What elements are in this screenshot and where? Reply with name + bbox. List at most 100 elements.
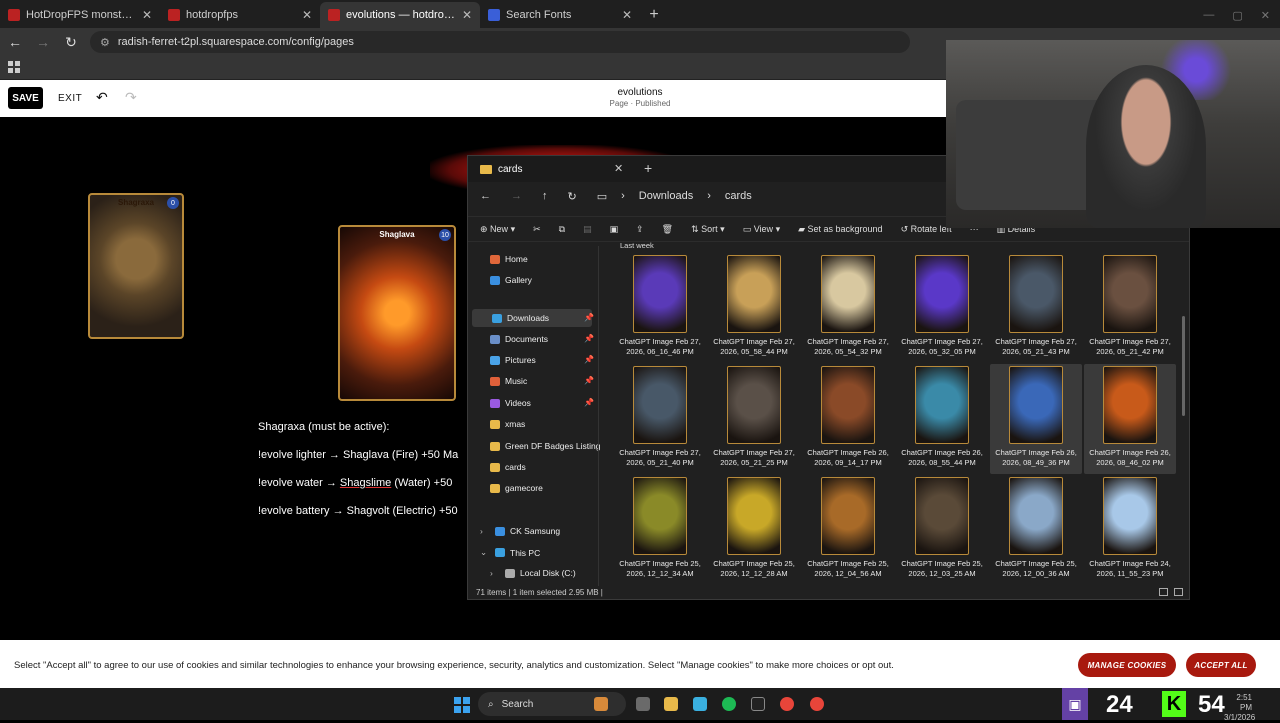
- file-thumbnail[interactable]: ChatGPT Image Feb 26, 2026, 08_49_36 PM: [990, 364, 1082, 474]
- sidebar-item[interactable]: Home: [490, 254, 528, 264]
- file-thumbnail[interactable]: ChatGPT Image Feb 27, 2026, 05_21_25 PM: [708, 364, 800, 474]
- sidebar-item[interactable]: Downloads: [472, 309, 592, 327]
- monster-card-shagraxa[interactable]: Shagraxa 0: [88, 193, 184, 339]
- view-button[interactable]: ▭ View ▾: [743, 224, 780, 235]
- sidebar-item[interactable]: Videos: [490, 398, 531, 408]
- site-info-icon[interactable]: ⚙: [100, 36, 110, 49]
- breadcrumb-item[interactable]: cards: [725, 190, 752, 202]
- close-tab-icon[interactable]: ✕: [462, 8, 472, 22]
- file-explorer-icon[interactable]: [664, 697, 678, 711]
- browser-tab[interactable]: hotdropfps ✕: [160, 2, 320, 28]
- reload-icon[interactable]: ↻: [62, 34, 80, 51]
- accept-all-button[interactable]: ACCEPT ALL: [1186, 653, 1256, 677]
- chevron-right-icon[interactable]: ›: [490, 568, 500, 578]
- undo-icon[interactable]: ↶: [96, 89, 108, 106]
- maximize-icon[interactable]: ▢: [1232, 9, 1242, 22]
- manage-cookies-button[interactable]: MANAGE COOKIES: [1078, 653, 1176, 677]
- pin-icon[interactable]: 📌: [584, 398, 594, 407]
- pin-icon[interactable]: 📌: [584, 376, 594, 385]
- sidebar-item[interactable]: Pictures: [490, 355, 536, 365]
- delete-icon[interactable]: 🗑: [662, 224, 673, 235]
- sidebar-item[interactable]: › Local Disk (C:): [490, 568, 576, 578]
- file-thumbnail[interactable]: ChatGPT Image Feb 26, 2026, 08_46_02 PM: [1084, 364, 1176, 474]
- chrome-icon[interactable]: [780, 697, 794, 711]
- share-icon[interactable]: ⇪: [636, 224, 644, 235]
- task-view-icon[interactable]: [636, 697, 650, 711]
- sidebar-item[interactable]: ⌄ This PC: [480, 547, 540, 558]
- hud-app-icon[interactable]: [751, 697, 765, 711]
- file-thumbnail[interactable]: ChatGPT Image Feb 27, 2026, 05_21_42 PM: [1084, 253, 1176, 363]
- exit-button[interactable]: EXIT: [58, 93, 82, 104]
- tiles-view-icon[interactable]: [1174, 588, 1183, 596]
- file-thumbnail[interactable]: ChatGPT Image Feb 27, 2026, 05_21_40 PM: [614, 364, 706, 474]
- file-thumbnail[interactable]: ChatGPT Image Feb 27, 2026, 05_58_44 PM: [708, 253, 800, 363]
- sidebar-item[interactable]: › CK Samsung: [480, 526, 560, 536]
- sidebar-item[interactable]: cards: [490, 462, 526, 472]
- back-arrow-icon[interactable]: ←: [480, 190, 491, 202]
- pin-icon[interactable]: 📌: [584, 313, 594, 322]
- browser-tab[interactable]: Search Fonts ✕: [480, 2, 640, 28]
- sidebar-item[interactable]: gamecore: [490, 483, 543, 493]
- chrome-profile-icon[interactable]: [810, 697, 824, 711]
- sidebar-item[interactable]: Green DF Badges Listing: [490, 441, 600, 451]
- kick-icon[interactable]: K: [1162, 691, 1186, 717]
- scrollbar[interactable]: [1182, 316, 1185, 416]
- up-arrow-icon[interactable]: ↑: [542, 190, 548, 202]
- file-thumbnail[interactable]: ChatGPT Image Feb 27, 2026, 05_32_05 PM: [896, 253, 988, 363]
- sidebar-item[interactable]: Music: [490, 376, 527, 386]
- sidebar-item[interactable]: xmas: [490, 419, 525, 429]
- pin-icon[interactable]: 📌: [584, 355, 594, 364]
- browser-tab-active[interactable]: evolutions — hotdropfps ✕: [320, 2, 480, 28]
- refresh-icon[interactable]: ↻: [568, 190, 577, 203]
- forward-arrow-icon[interactable]: →: [511, 190, 522, 202]
- file-thumbnail[interactable]: ChatGPT Image Feb 24, 2026, 11_55_23 PM: [1084, 475, 1176, 582]
- new-tab-button[interactable]: +: [640, 2, 668, 28]
- new-button[interactable]: ⊕ New ▾: [480, 224, 515, 235]
- spotify-icon[interactable]: [722, 697, 736, 711]
- widget-icon[interactable]: [594, 697, 608, 711]
- address-bar[interactable]: ⚙ radish-ferret-t2pl.squarespace.com/conf…: [90, 31, 910, 53]
- minimize-icon[interactable]: —: [1203, 9, 1214, 22]
- file-thumbnail[interactable]: ChatGPT Image Feb 26, 2026, 08_55_44 PM: [896, 364, 988, 474]
- close-tab-icon[interactable]: ✕: [622, 8, 632, 22]
- sidebar-item[interactable]: Gallery: [490, 275, 532, 285]
- windows-start-icon[interactable]: [454, 697, 470, 713]
- file-thumbnail[interactable]: ChatGPT Image Feb 25, 2026, 12_12_34 AM: [614, 475, 706, 582]
- sort-button[interactable]: ⇅ Sort ▾: [691, 224, 725, 235]
- new-tab-icon[interactable]: +: [644, 160, 652, 176]
- details-view-icon[interactable]: [1159, 588, 1168, 596]
- group-header[interactable]: Last week: [620, 242, 654, 250]
- close-tab-icon[interactable]: ✕: [302, 8, 312, 22]
- rotate-left-button[interactable]: ↺ Rotate left: [901, 224, 952, 235]
- file-thumbnail[interactable]: ChatGPT Image Feb 27, 2026, 06_16_46 PM: [614, 253, 706, 363]
- file-thumbnail[interactable]: ChatGPT Image Feb 25, 2026, 12_12_28 AM: [708, 475, 800, 582]
- file-thumbnail[interactable]: ChatGPT Image Feb 26, 2026, 09_14_17 PM: [802, 364, 894, 474]
- window-close-icon[interactable]: ✕: [1261, 9, 1270, 22]
- twitch-icon[interactable]: ▣: [1062, 688, 1088, 720]
- browser-tab[interactable]: HotDropFPS monster battle sty ✕: [0, 2, 160, 28]
- file-thumbnail[interactable]: ChatGPT Image Feb 25, 2026, 12_03_25 AM: [896, 475, 988, 582]
- back-arrow-icon[interactable]: ←: [6, 34, 24, 50]
- close-tab-icon[interactable]: ✕: [142, 8, 152, 22]
- pane-divider[interactable]: [598, 246, 599, 586]
- chevron-down-icon[interactable]: ⌄: [480, 547, 490, 558]
- close-tab-icon[interactable]: ✕: [614, 162, 623, 175]
- save-button[interactable]: SAVE: [8, 87, 43, 109]
- file-thumbnail[interactable]: ChatGPT Image Feb 27, 2026, 05_21_43 PM: [990, 253, 1082, 363]
- apps-grid-icon[interactable]: [8, 61, 20, 73]
- system-clock[interactable]: 2:51 PM 3/1/2026: [1224, 693, 1255, 723]
- monster-card-shaglava[interactable]: Shaglava 10: [338, 225, 456, 401]
- breadcrumb-item[interactable]: Downloads: [639, 190, 693, 202]
- file-thumbnail[interactable]: ChatGPT Image Feb 25, 2026, 12_04_56 AM: [802, 475, 894, 582]
- pin-icon[interactable]: 📌: [584, 334, 594, 343]
- cut-icon[interactable]: ✂: [533, 224, 541, 235]
- paste-icon[interactable]: ▤: [583, 224, 592, 235]
- notepad-icon[interactable]: [693, 697, 707, 711]
- forward-arrow-icon[interactable]: →: [34, 34, 52, 50]
- rename-icon[interactable]: ▣: [610, 224, 619, 235]
- copy-icon[interactable]: ⧉: [559, 224, 565, 235]
- monitor-icon[interactable]: ▭: [597, 190, 607, 203]
- file-thumbnail[interactable]: ChatGPT Image Feb 25, 2026, 12_00_36 AM: [990, 475, 1082, 582]
- redo-icon[interactable]: ↷: [125, 89, 137, 106]
- evolution-text-block[interactable]: Shagraxa (must be active): !evolve light…: [258, 413, 458, 525]
